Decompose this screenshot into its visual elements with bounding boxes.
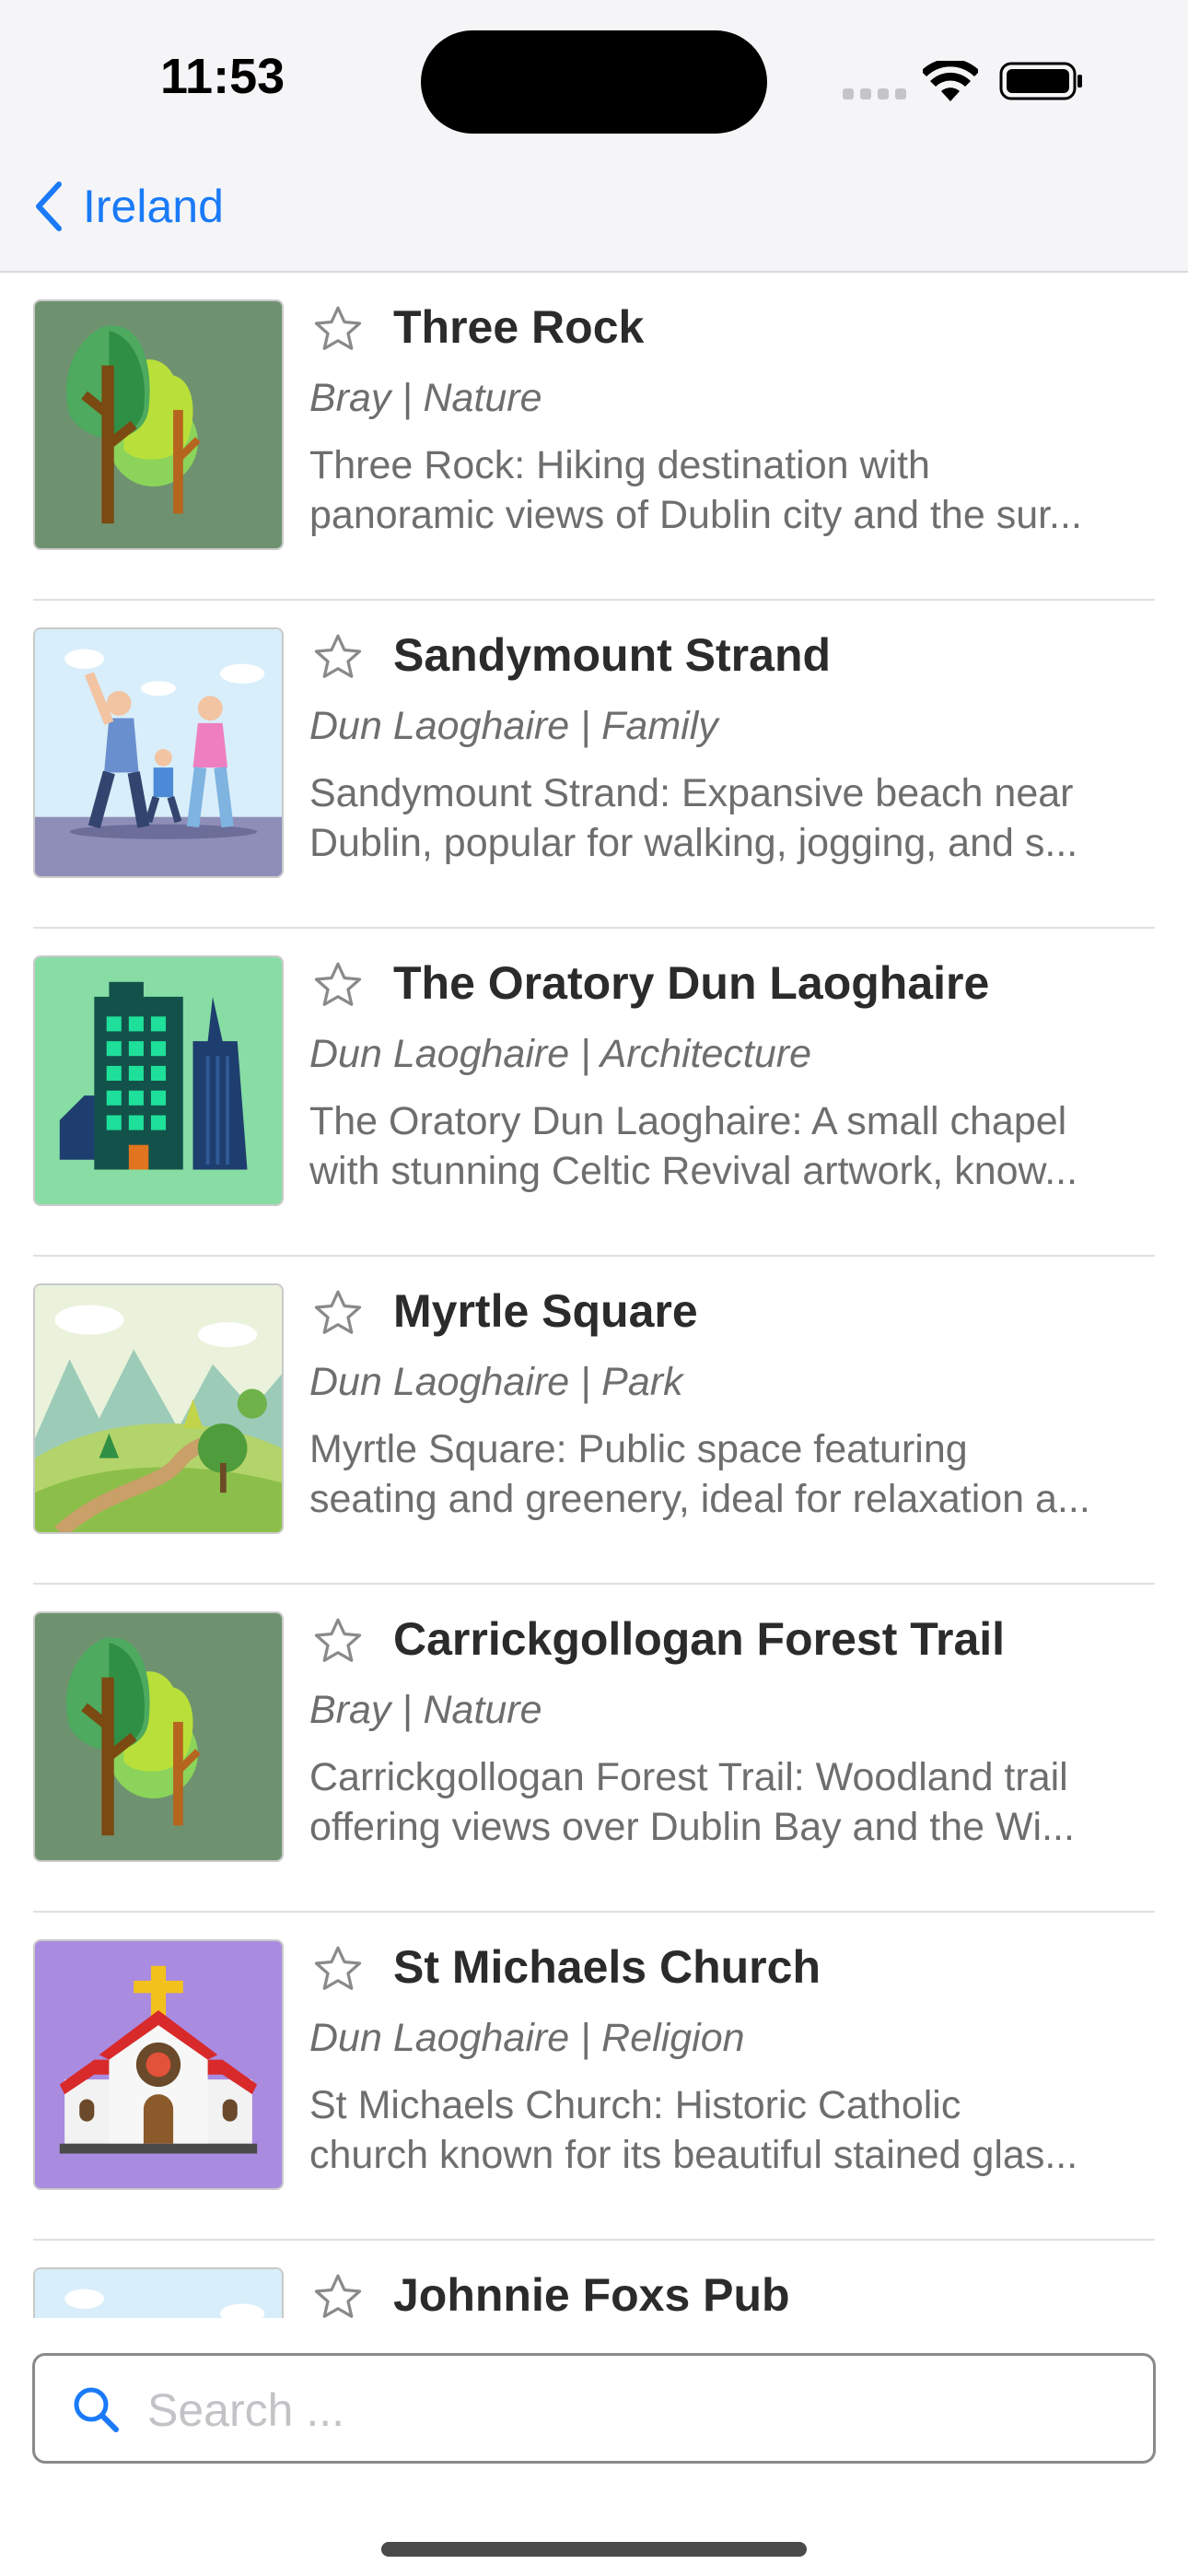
item-description: Three Rock: Hiking destination with pano…	[309, 440, 1138, 540]
item-description-line: St Michaels Church: Historic Catholic	[309, 2083, 961, 2127]
trees-icon	[33, 299, 284, 550]
item-title: St Michaels Church	[393, 1941, 821, 1993]
cellular-signal-icon	[843, 88, 907, 101]
item-location-category: Bray | Nature	[309, 1688, 542, 1732]
family-walk-icon	[33, 2267, 284, 2318]
dynamic-island	[421, 30, 767, 134]
item-title: The Oratory Dun Laoghaire	[393, 957, 990, 1009]
item-description: Myrtle Square: Public space featuring se…	[309, 1424, 1138, 1524]
back-button[interactable]: Ireland	[33, 179, 224, 234]
item-description-line: The Oratory Dun Laoghaire: A small chape…	[309, 1099, 1067, 1143]
bottom-bar	[0, 2318, 1188, 2576]
trees-icon	[33, 1611, 284, 1862]
buildings-icon	[33, 955, 284, 1206]
favorite-star-icon[interactable]	[309, 1942, 367, 1997]
status-time: 11:53	[160, 49, 285, 104]
list-item[interactable]: Carrickgollogan Forest Trail Bray | Natu…	[0, 1585, 1188, 1913]
list-item[interactable]: St Michaels Church Dun Laoghaire | Relig…	[0, 1913, 1188, 2241]
item-description-line: Carrickgollogan Forest Trail: Woodland t…	[309, 1755, 1068, 1799]
item-description-line: Dublin, popular for walking, jogging, an…	[309, 821, 1078, 865]
favorite-star-icon[interactable]	[309, 630, 367, 685]
item-location-category: Dun Laoghaire | Park	[309, 1360, 683, 1404]
item-description-line: offering views over Dublin Bay and the W…	[309, 1805, 1075, 1849]
item-description-line: seating and greenery, ideal for relaxati…	[309, 1477, 1090, 1521]
item-description: The Oratory Dun Laoghaire: A small chape…	[309, 1096, 1138, 1196]
item-title: Johnnie Foxs Pub	[393, 2269, 790, 2318]
item-description-line: Myrtle Square: Public space featuring	[309, 1427, 968, 1471]
list-item[interactable]: Myrtle Square Dun Laoghaire | Park Myrtl…	[0, 1257, 1188, 1585]
search-input[interactable]	[146, 2372, 1125, 2448]
status-bar: 11:53	[0, 0, 1188, 157]
item-description-line: church known for its beautiful stained g…	[309, 2133, 1078, 2177]
battery-icon	[999, 62, 1082, 100]
item-description-line: Sandymount Strand: Expansive beach near	[309, 771, 1074, 815]
chevron-left-icon	[36, 181, 62, 231]
item-location-category: Bray | Nature	[309, 376, 542, 420]
item-description-line: panoramic views of Dublin city and the s…	[309, 493, 1082, 537]
item-location-category: Dun Laoghaire | Architecture	[309, 1032, 811, 1076]
item-description: St Michaels Church: Historic Catholic ch…	[309, 2080, 1138, 2180]
church-icon	[33, 1939, 284, 2190]
favorite-star-icon[interactable]	[309, 1614, 367, 1669]
favorite-star-icon[interactable]	[309, 302, 367, 357]
item-description: Carrickgollogan Forest Trail: Woodland t…	[309, 1752, 1138, 1852]
list-item[interactable]: Sandymount Strand Dun Laoghaire | Family…	[0, 601, 1188, 929]
item-title: Carrickgollogan Forest Trail	[393, 1613, 1006, 1665]
back-button-label: Ireland	[83, 181, 224, 232]
item-description-line: Three Rock: Hiking destination with	[309, 443, 930, 487]
favorite-star-icon[interactable]	[309, 2270, 367, 2318]
favorite-star-icon[interactable]	[309, 1286, 367, 1341]
home-indicator[interactable]	[381, 2542, 807, 2557]
item-description: Sandymount Strand: Expansive beach near …	[309, 768, 1138, 868]
list-item[interactable]: Three Rock Bray | Nature Three Rock: Hik…	[0, 273, 1188, 601]
places-list[interactable]: Three Rock Bray | Nature Three Rock: Hik…	[0, 273, 1188, 2318]
search-icon	[74, 2387, 119, 2432]
item-title: Myrtle Square	[393, 1285, 698, 1337]
list-item[interactable]: Johnnie Foxs Pub	[0, 2241, 1188, 2318]
search-field[interactable]	[32, 2353, 1156, 2464]
item-location-category: Dun Laoghaire | Family	[309, 704, 718, 748]
wifi-icon	[923, 61, 978, 101]
favorite-star-icon[interactable]	[309, 958, 367, 1013]
item-description-line: with stunning Celtic Revival artwork, kn…	[309, 1149, 1078, 1193]
item-title: Three Rock	[393, 301, 645, 353]
family-walk-icon	[33, 627, 284, 878]
navigation-bar: Ireland	[0, 157, 1188, 273]
item-title: Sandymount Strand	[393, 629, 832, 681]
item-location-category: Dun Laoghaire | Religion	[309, 2016, 745, 2060]
park-landscape-icon	[33, 1283, 284, 1534]
list-item[interactable]: The Oratory Dun Laoghaire Dun Laoghaire …	[0, 929, 1188, 1257]
